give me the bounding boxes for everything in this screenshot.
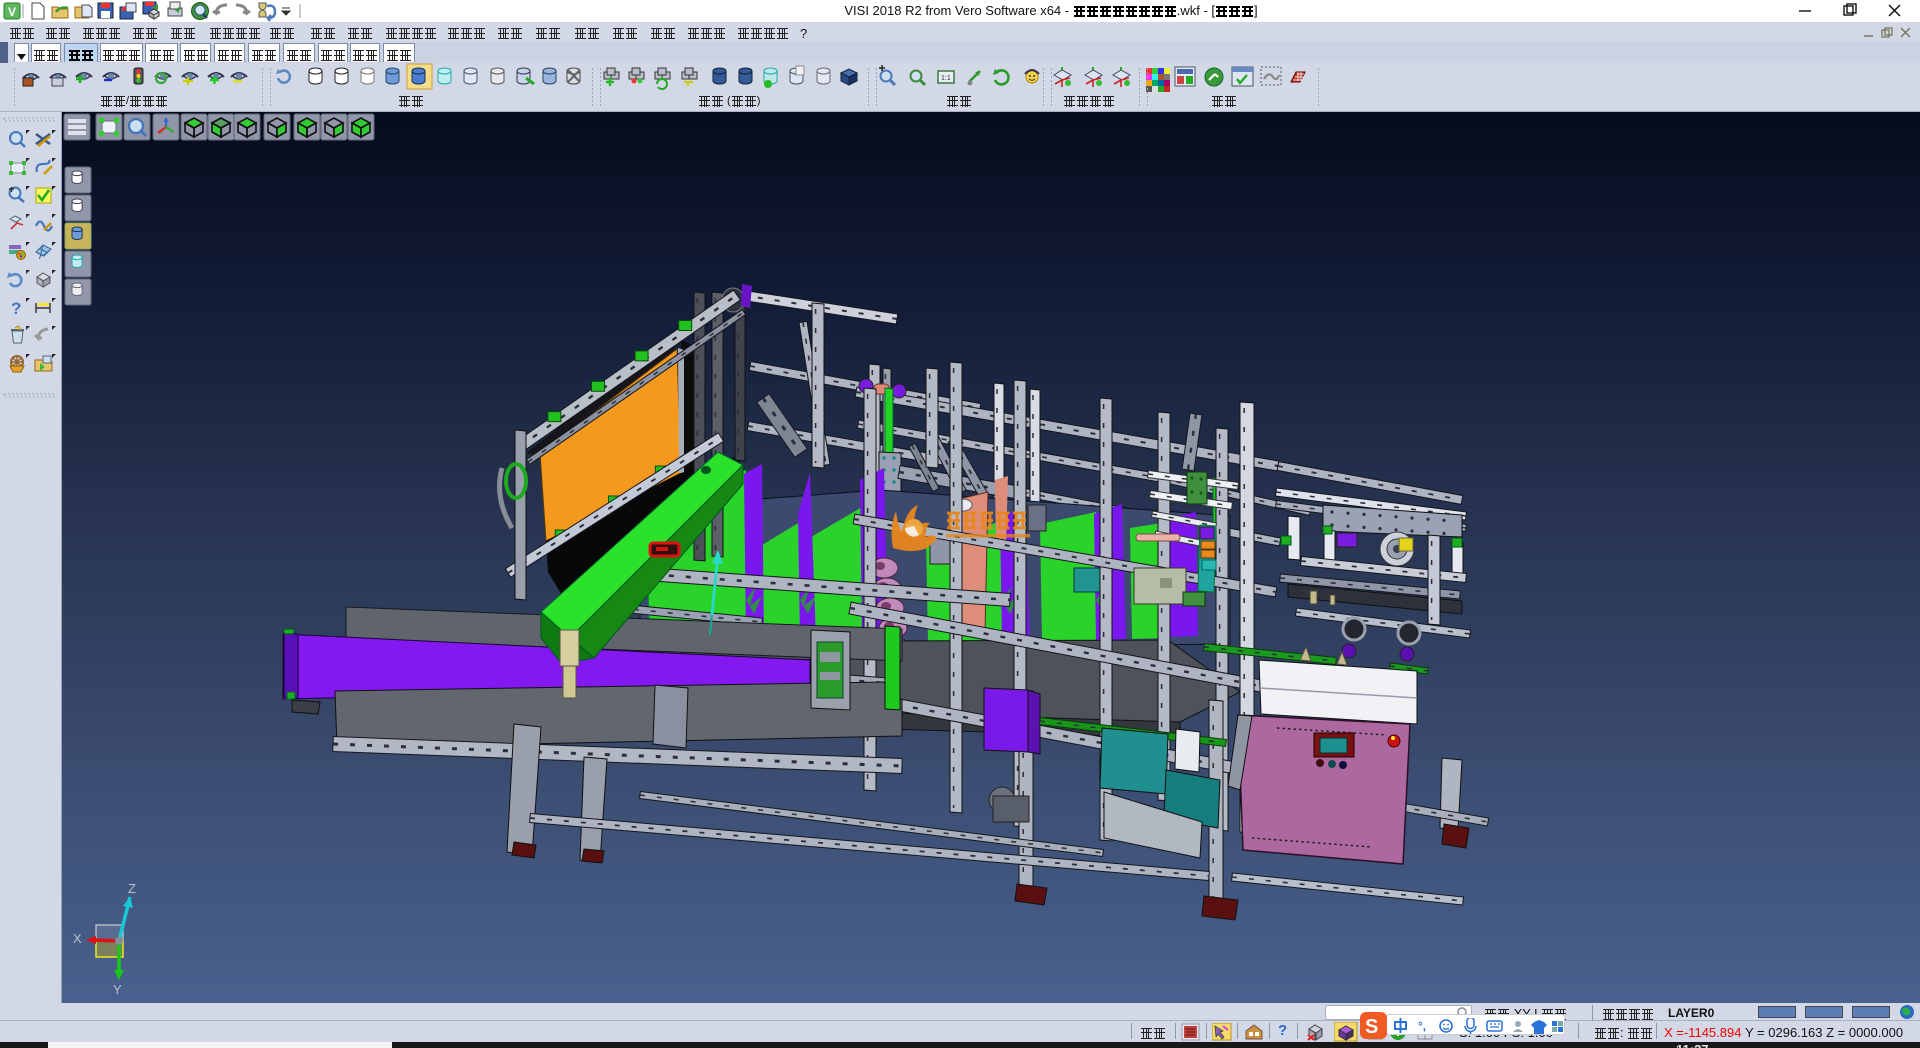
svg-text:X: X (73, 931, 82, 946)
svg-text:Z: Z (128, 881, 136, 896)
svg-text:1:1: 1:1 (941, 75, 951, 82)
svg-text:°,: °, (1418, 1019, 1426, 1033)
svg-text:?: ? (11, 299, 21, 318)
svg-text:Y: Y (113, 982, 122, 997)
svg-text:S: S (1365, 1016, 1378, 1038)
